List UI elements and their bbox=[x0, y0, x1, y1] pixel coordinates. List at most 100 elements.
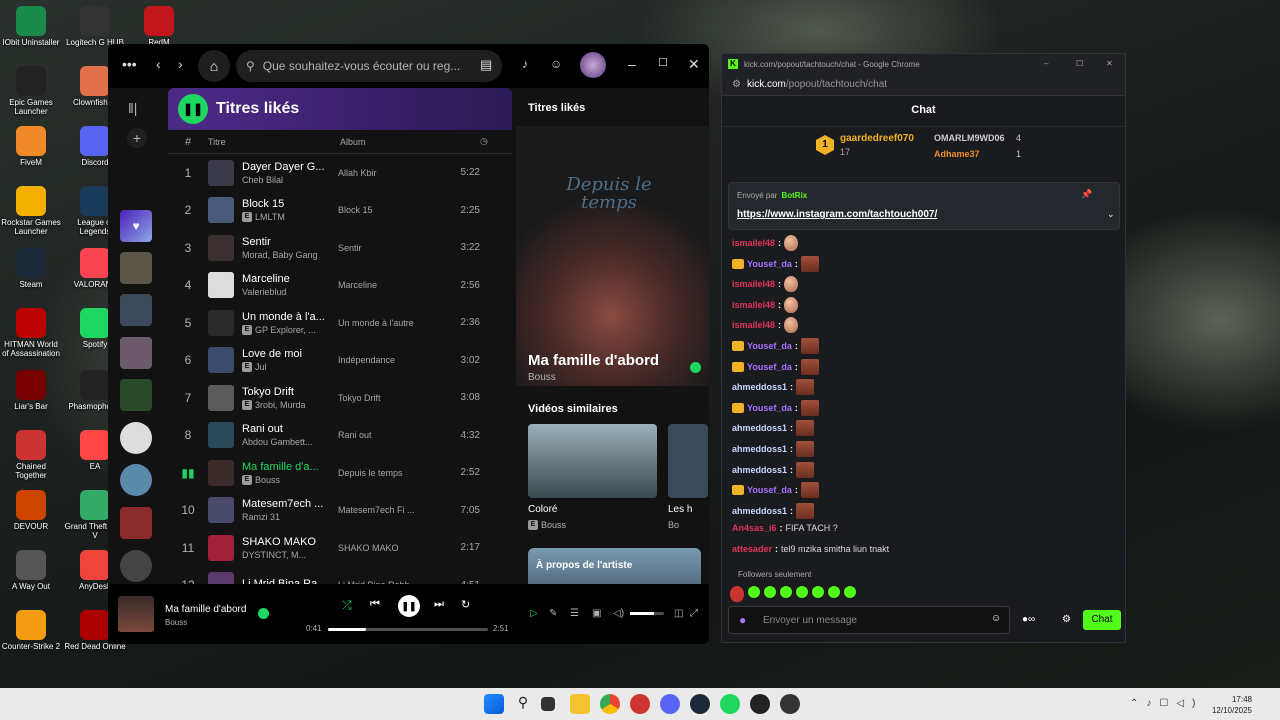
miniplayer-icon[interactable]: ◫ bbox=[674, 608, 683, 619]
chat-message[interactable]: ismailel48: bbox=[732, 235, 799, 251]
chat-username[interactable]: attesader bbox=[732, 544, 772, 554]
track-row[interactable]: 1 Dayer Dayer G... Cheb Bilal Allah Kbir 5:2… bbox=[168, 154, 512, 191]
track-title[interactable]: Un monde à l'a... bbox=[242, 311, 330, 323]
saved-check-icon[interactable] bbox=[690, 362, 701, 373]
desktop-shortcut[interactable]: Steam bbox=[0, 248, 62, 289]
video-thumb[interactable] bbox=[528, 424, 657, 498]
track-album[interactable]: Indépendance bbox=[330, 355, 434, 365]
steam-icon[interactable] bbox=[690, 694, 710, 714]
playlist-thumb[interactable] bbox=[120, 379, 152, 411]
repeat-icon[interactable]: ↻ bbox=[461, 598, 470, 611]
playlist-thumb[interactable] bbox=[120, 294, 152, 326]
chat-message[interactable]: Yousef_da: bbox=[732, 358, 819, 375]
video2-title[interactable]: Les h bbox=[668, 504, 692, 515]
track-artist[interactable]: Bouss bbox=[255, 475, 280, 485]
chat-username[interactable]: An4sas_i6 bbox=[732, 523, 777, 533]
artist-thumb[interactable] bbox=[120, 464, 152, 496]
spotify-icon[interactable] bbox=[720, 694, 740, 714]
track-album[interactable]: Sentir bbox=[330, 243, 434, 253]
message-input[interactable]: ● Envoyer un message ☺ bbox=[728, 606, 1010, 634]
desktop-shortcut[interactable]: IObit Uninstaller bbox=[0, 6, 62, 47]
chat-message[interactable]: ismailel48: bbox=[732, 276, 799, 293]
chat-username[interactable]: ahmeddoss1 bbox=[732, 506, 787, 516]
desktop-shortcut[interactable]: DEVOUR bbox=[0, 490, 62, 531]
chat-username[interactable]: ismailel48 bbox=[732, 300, 775, 310]
track-title[interactable]: Tokyo Drift bbox=[242, 386, 330, 398]
third-gifter[interactable]: Adhame37 bbox=[934, 149, 980, 159]
track-album[interactable]: Allah Kbir bbox=[330, 168, 434, 178]
chat-username[interactable]: ahmeddoss1 bbox=[732, 382, 787, 392]
track-artist[interactable]: Abdou Gambett... bbox=[242, 437, 313, 447]
chat-username[interactable]: Yousef_da bbox=[747, 341, 792, 351]
track-title[interactable]: Ma famille d'a... bbox=[242, 461, 330, 473]
track-title[interactable]: Dayer Dayer G... bbox=[242, 161, 330, 173]
emote-icon[interactable] bbox=[780, 586, 792, 598]
minimize-icon[interactable]: – bbox=[628, 56, 636, 72]
address-bar[interactable]: ⚙ kick.com/popout/tachtouch/chat bbox=[722, 74, 1125, 96]
track-artist[interactable]: LMLTM bbox=[255, 212, 285, 222]
now-playing-title[interactable]: Ma famille d'abord bbox=[165, 604, 246, 615]
back-arrow-icon[interactable]: ‹ bbox=[156, 56, 161, 72]
volume-icon[interactable]: ◁) bbox=[613, 608, 624, 619]
now-playing-cover[interactable] bbox=[118, 596, 154, 632]
chat-message[interactable]: ismailel48: bbox=[732, 296, 799, 313]
chrome-icon[interactable] bbox=[600, 694, 620, 714]
track-artist[interactable]: 3robi, Murda bbox=[255, 400, 306, 410]
track-artist[interactable]: Ramzi 31 bbox=[242, 512, 280, 522]
friends-icon[interactable]: ☺ bbox=[550, 57, 562, 71]
chat-message[interactable]: ahmeddoss1: bbox=[732, 461, 815, 478]
desktop-shortcut[interactable]: Epic Games Launcher bbox=[0, 66, 62, 116]
emote-icon[interactable] bbox=[730, 586, 744, 602]
chat-username[interactable]: Yousef_da bbox=[747, 485, 792, 495]
library-icon[interactable]: ‖| bbox=[128, 100, 137, 116]
close-icon[interactable]: ✕ bbox=[1106, 59, 1113, 68]
bell-icon[interactable]: ♪ bbox=[522, 57, 528, 71]
track-title[interactable]: Sentir bbox=[242, 236, 330, 248]
track-album[interactable]: Tokyo Drift bbox=[330, 393, 434, 403]
track-artist[interactable]: DYSTINCT, M... bbox=[242, 550, 306, 560]
track-title[interactable]: Matesem7ech ... bbox=[242, 498, 330, 510]
points-icon[interactable]: ●∞ bbox=[1022, 614, 1035, 625]
playlist-thumb[interactable] bbox=[120, 337, 152, 369]
chat-message[interactable]: ahmeddoss1: bbox=[732, 441, 815, 457]
song-artist[interactable]: Bouss bbox=[528, 372, 556, 383]
playlist-thumb[interactable] bbox=[120, 252, 152, 284]
app-icon[interactable] bbox=[750, 694, 770, 714]
clock[interactable]: 17:48 12/10/2025 bbox=[1206, 694, 1252, 716]
desktop-shortcut[interactable]: Chained Together bbox=[0, 430, 62, 480]
desktop-shortcut[interactable]: HITMAN World of Assassination bbox=[0, 308, 62, 358]
lyrics-icon[interactable]: ✎ bbox=[549, 608, 557, 619]
track-album[interactable]: SHAKO MAKO bbox=[330, 543, 434, 553]
chat-username[interactable]: ismailel48 bbox=[732, 279, 775, 289]
chat-message[interactable]: ahmeddoss1: bbox=[732, 502, 815, 519]
close-icon[interactable]: ✕ bbox=[688, 56, 700, 73]
desktop-shortcut[interactable]: FiveM bbox=[0, 126, 62, 167]
track-title[interactable]: Rani out bbox=[242, 423, 330, 435]
chat-message[interactable]: ahmeddoss1: bbox=[732, 379, 815, 396]
site-info-icon[interactable]: ⚙ bbox=[732, 79, 741, 90]
track-album[interactable]: Rani out bbox=[330, 430, 434, 440]
file-explorer-icon[interactable] bbox=[570, 694, 590, 714]
maximize-icon[interactable]: ☐ bbox=[1076, 59, 1083, 68]
track-row[interactable]: ▮▮ Ma famille d'a... E Bouss Depuis le temps… bbox=[168, 454, 512, 491]
chat-username[interactable]: ahmeddoss1 bbox=[732, 423, 787, 433]
volume-slider[interactable] bbox=[630, 612, 664, 615]
add-icon[interactable]: + bbox=[127, 128, 147, 148]
chat-username[interactable]: Yousef_da bbox=[747, 362, 792, 372]
home-button[interactable]: ⌂ bbox=[198, 50, 230, 82]
track-row[interactable]: 4 Marceline Valerieblud Marceline 2:56 bbox=[168, 267, 512, 304]
track-artist[interactable]: Valerieblud bbox=[242, 287, 286, 297]
chat-send-button[interactable]: Chat bbox=[1083, 610, 1121, 630]
desktop-shortcut[interactable]: Liar's Bar bbox=[0, 370, 62, 411]
chat-message[interactable]: Yousef_da: bbox=[732, 399, 819, 416]
track-row[interactable]: 7 Tokyo Drift E 3robi, Murda Tokyo Drift 3:08 bbox=[168, 379, 512, 416]
about-artist-card[interactable]: À propos de l'artiste bbox=[528, 548, 701, 584]
desktop-shortcut[interactable]: A Way Out bbox=[0, 550, 62, 591]
track-row[interactable]: 8 Rani out Abdou Gambett... Rani out 4:32 bbox=[168, 417, 512, 454]
expand-icon[interactable]: ⌄ bbox=[1107, 209, 1115, 220]
maximize-icon[interactable]: ☐ bbox=[658, 56, 668, 69]
tray-icons[interactable]: ⌃♪☐◁) bbox=[1130, 698, 1203, 709]
desktop-shortcut[interactable]: Counter-Strike 2 bbox=[0, 610, 62, 651]
progress-bar[interactable] bbox=[328, 628, 488, 631]
chat-message[interactable]: attesader: tel9 mzika smitha liun tnakt bbox=[732, 544, 889, 554]
